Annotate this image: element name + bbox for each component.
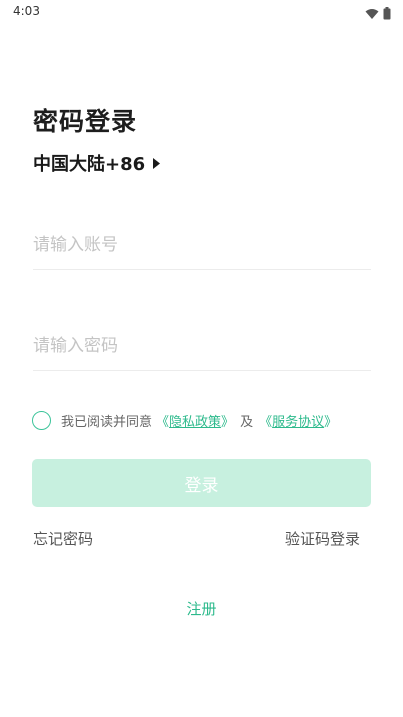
account-field xyxy=(33,221,371,270)
privacy-policy-link[interactable]: 隐私政策 xyxy=(169,411,221,430)
service-close-quote: 》 xyxy=(324,414,338,430)
country-code-label: 中国大陆+86 xyxy=(33,154,146,175)
agreement-checkbox[interactable] xyxy=(32,410,51,430)
agreement-prefix: 我已阅读并同意 xyxy=(61,414,153,430)
page-title: 密码登录 xyxy=(33,107,138,136)
agreement-row: 我已阅读并同意 《隐私政策》 及 《服务协议》 xyxy=(32,409,337,431)
wifi-icon xyxy=(365,5,379,24)
battery-icon xyxy=(383,5,391,24)
status-time: 4:03 xyxy=(13,4,40,18)
privacy-close-quote: 》 xyxy=(221,414,235,430)
password-field xyxy=(33,322,371,371)
account-input[interactable] xyxy=(33,221,371,269)
service-open-quote: 《 xyxy=(259,414,273,430)
caret-right-icon xyxy=(153,153,161,174)
register-label: 注册 xyxy=(186,600,217,618)
country-code-selector[interactable]: 中国大陆+86 xyxy=(33,150,161,176)
agreement-and: 及 xyxy=(240,414,254,430)
service-agreement-link[interactable]: 服务协议 xyxy=(272,411,324,430)
privacy-open-quote: 《 xyxy=(156,414,170,430)
password-input[interactable] xyxy=(33,322,371,370)
register-link[interactable]: 注册 xyxy=(0,598,403,619)
forgot-password-link[interactable]: 忘记密码 xyxy=(33,528,93,549)
code-login-link[interactable]: 验证码登录 xyxy=(285,528,360,549)
login-button[interactable]: 登录 xyxy=(32,459,371,507)
status-icons xyxy=(365,5,391,24)
status-bar: 4:03 xyxy=(0,0,403,24)
